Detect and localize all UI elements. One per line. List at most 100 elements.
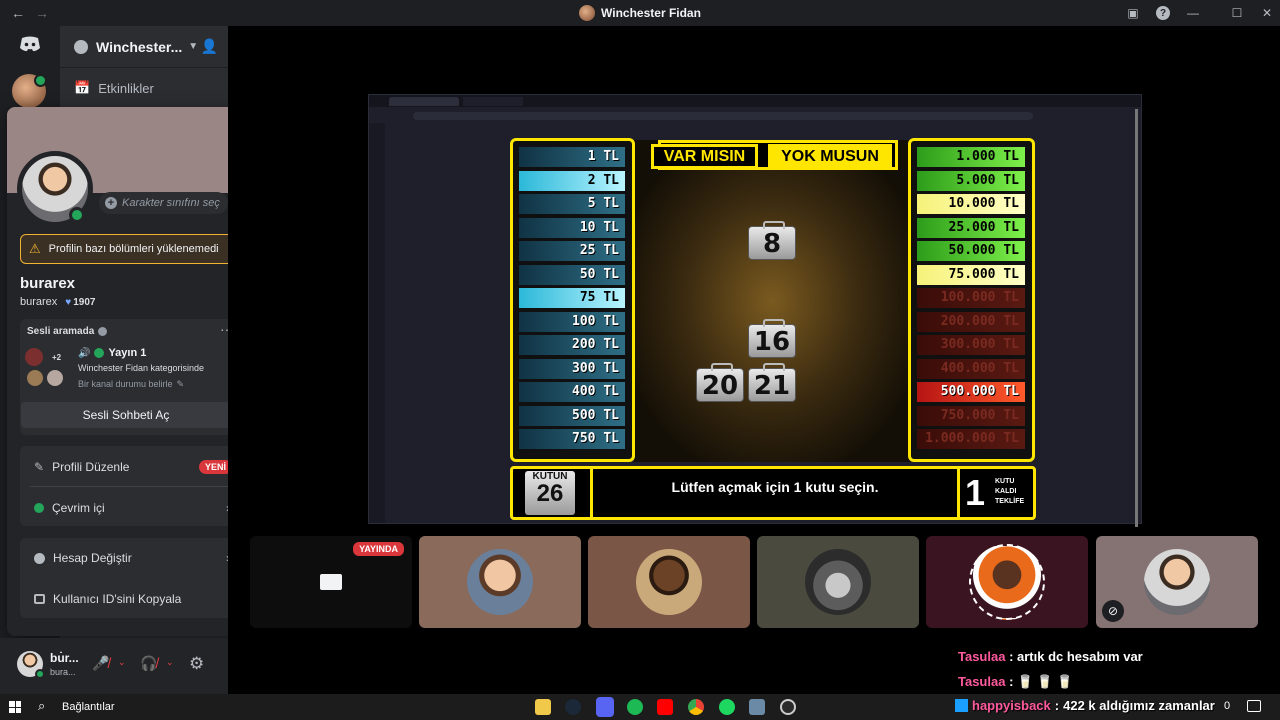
mute-mic-icon[interactable]: 🎤̸ — [92, 655, 109, 672]
briefcase-8[interactable]: 8 — [748, 221, 796, 260]
participant-avatar — [1144, 549, 1210, 615]
account-icon — [34, 552, 45, 564]
app-icon[interactable] — [780, 699, 796, 715]
chat-text: 422 k aldığımız zamanlar — [1063, 698, 1215, 713]
participant-tile[interactable] — [757, 536, 919, 628]
discord-logo-icon[interactable] — [14, 32, 46, 56]
participant-tile[interactable] — [419, 536, 581, 628]
prize-right: 5.000 TL — [917, 170, 1025, 191]
prize-left: 5 TL — [519, 194, 625, 214]
info-icon[interactable] — [98, 327, 108, 336]
remaining-line: TEKLİFE — [995, 498, 1025, 505]
member-avatar — [25, 348, 43, 366]
server-name: Winchester... — [96, 38, 183, 55]
participant-tile[interactable] — [926, 536, 1088, 628]
spotify-icon[interactable] — [627, 699, 643, 715]
status-item[interactable]: Çevrim içi › — [20, 490, 244, 526]
game-title-right: YOK MUSUN — [768, 144, 892, 169]
steam-icon[interactable] — [565, 699, 581, 715]
copy-id-item[interactable]: Kullanıcı ID'sini Kopyala — [20, 581, 244, 617]
browser-tab-strip — [369, 95, 1141, 107]
participant-tile[interactable]: ⊘ — [1096, 536, 1258, 628]
prize-left: 50 TL — [519, 264, 625, 285]
browser-scrollbar — [1135, 109, 1138, 527]
server-header[interactable]: Winchester... ▼ 👤 — [60, 26, 228, 68]
invite-icon[interactable]: 👤 — [201, 38, 218, 55]
briefcase-21[interactable]: 21 — [748, 363, 796, 402]
open-voice-chat-button[interactable]: Sesli Sohbeti Aç — [21, 402, 231, 428]
settings-gear-icon[interactable]: ⚙ — [189, 654, 204, 674]
voice-header: Sesli aramada — [27, 326, 108, 337]
maximize-icon[interactable]: ☐ — [1224, 0, 1250, 26]
back-arrow-icon[interactable]: ← — [8, 5, 28, 21]
chat-user: happyisback — [972, 698, 1051, 713]
discord-taskbar-icon[interactable] — [596, 697, 614, 717]
voice-header-text: Sesli aramada — [27, 326, 95, 337]
copy-id-label: Kullanıcı ID'sini Kopyala — [53, 592, 182, 606]
briefcase-20[interactable]: 20 — [696, 363, 744, 402]
member-avatar — [27, 370, 43, 386]
character-class-label: Karakter sınıfını seç — [122, 197, 220, 209]
taskbar-search-label[interactable]: Bağlantılar — [62, 701, 115, 713]
file-explorer-icon[interactable] — [535, 699, 551, 715]
character-class-button[interactable]: + Karakter sınıfını seç — [99, 192, 228, 214]
app-icon[interactable] — [749, 699, 765, 715]
stream-tile[interactable]: YAYINDA — [250, 536, 412, 628]
briefcase-16[interactable]: 16 — [748, 319, 796, 358]
prize-left: 200 TL — [519, 335, 625, 355]
browser-sidebar — [369, 123, 385, 523]
edit-profile-item[interactable]: ✎ Profili Düzenle YENİ — [20, 449, 244, 485]
badge-count: 1907 — [73, 296, 96, 308]
chevron-down-icon[interactable]: ⌄ — [118, 657, 126, 668]
participant-avatar — [969, 544, 1045, 620]
voice-card: Sesli aramada ··· +2 🔊 Yayın 1 Wincheste… — [20, 319, 244, 435]
app-icon[interactable] — [719, 699, 735, 715]
profile-warning: ⚠ Profilin bazı bölümleri yüklenemedi — [20, 234, 244, 264]
user-panel-name: bu̇r... — [50, 651, 79, 665]
voice-channel[interactable]: 🔊 Yayın 1 — [78, 347, 146, 359]
switch-account-item[interactable]: Hesap Değiştir › — [20, 540, 244, 576]
prize-right: 75.000 TL — [917, 264, 1025, 285]
chrome-icon[interactable] — [688, 699, 704, 715]
forward-arrow-icon[interactable]: → — [32, 5, 52, 21]
remaining-number: 1 — [965, 472, 986, 513]
inbox-icon[interactable]: ▣ — [1120, 0, 1146, 26]
game-bottom-bar: KUTUN 26 Lütfen açmak için 1 kutu seçin.… — [510, 466, 1036, 520]
browser-tab — [463, 97, 523, 106]
remaining-lines: KUTU KALDI TEKLİFE — [995, 477, 1024, 507]
help-icon[interactable]: ? — [1150, 0, 1176, 26]
chat-text: artık dc hesabım var — [1017, 649, 1143, 664]
chat-user: Tasulaa — [958, 649, 1006, 664]
prize-left: 500 TL — [519, 405, 625, 426]
chat-message: happyisback : 422 k aldığımız zamanlar — [955, 698, 1215, 713]
prize-right: 750.000 TL — [917, 405, 1025, 426]
search-icon[interactable]: ⌕ — [38, 698, 45, 714]
deafen-icon[interactable]: 🎧̸ — [140, 655, 157, 672]
game-board: VAR MISIN YOK MUSUN 1 TL 2 TL 5 TL 10 TL 25 … — [510, 138, 1036, 522]
events-item[interactable]: 📅 Etkinlikler — [74, 80, 154, 96]
chat-message: Tasulaa : artık dc hesabım var — [958, 649, 1143, 664]
screen-share-icon — [320, 574, 342, 590]
username: burarex — [20, 296, 58, 308]
profile-popout: + Karakter sınıfını seç ⚠ Profilin bazı … — [7, 107, 257, 636]
chat-text: 🥛 🥛 🥛 — [1017, 674, 1073, 689]
member-avatar — [47, 370, 63, 386]
chevron-down-icon[interactable]: ⌄ — [166, 657, 174, 668]
channel-status-row[interactable]: Bir kanal durumu belirle ✎ — [78, 379, 184, 390]
participant-tile[interactable] — [588, 536, 750, 628]
user-panel: bu̇r... bura... 🎤̸ ⌄ 🎧̸ ⌄ ⚙ — [0, 638, 228, 694]
youtube-icon[interactable] — [657, 699, 673, 715]
prize-right: 100.000 TL — [917, 288, 1025, 308]
warning-text: Profilin bazı bölümleri yüklenemedi — [48, 243, 219, 255]
prize-right: 1.000 TL — [917, 147, 1025, 167]
notification-icon[interactable] — [1247, 700, 1261, 712]
speaker-icon: 🔊 — [78, 347, 91, 359]
edit-profile-label: Profili Düzenle — [52, 460, 130, 474]
close-icon[interactable]: ✕ — [1254, 0, 1280, 26]
prize-left: 100 TL — [519, 311, 625, 332]
windows-start-icon[interactable] — [9, 701, 21, 713]
prize-left: 25 TL — [519, 241, 625, 261]
your-case-number: 26 — [536, 480, 564, 507]
prize-right: 400.000 TL — [917, 358, 1025, 379]
minimize-icon[interactable]: — — [1180, 0, 1206, 26]
